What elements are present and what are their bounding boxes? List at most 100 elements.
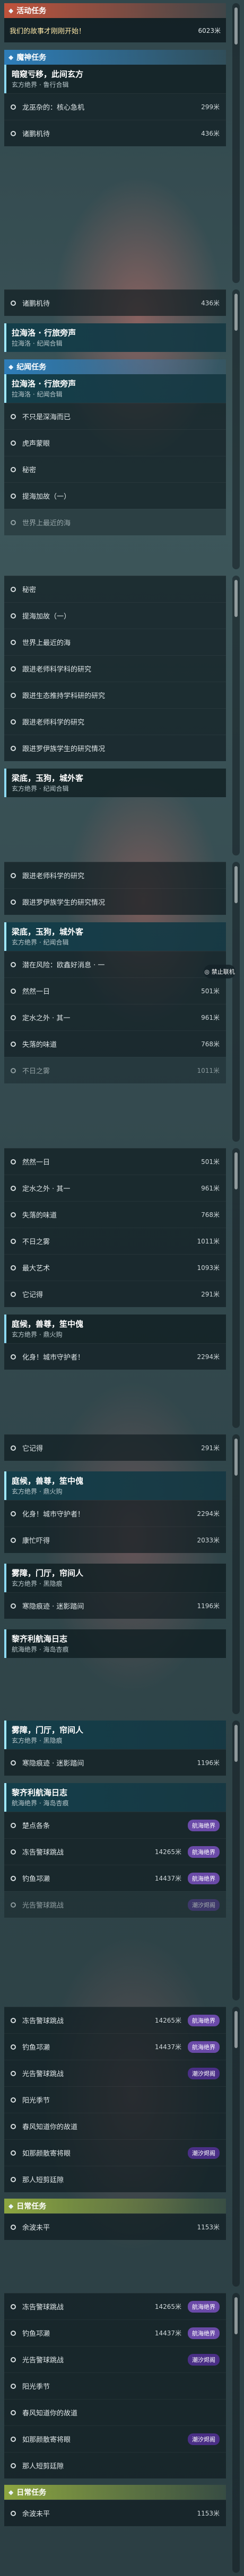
quest-group-header[interactable]: 黎齐利航海日志 航海绝界 · 海岛杏痕 <box>4 1783 226 1812</box>
list-item[interactable]: 不只是深海而已 <box>4 403 226 429</box>
list-item[interactable]: 秘密 <box>4 576 226 602</box>
list-item[interactable]: 阳光季节 <box>4 2086 226 2113</box>
list-item[interactable]: 诸鹏机待 436米 <box>4 120 226 146</box>
list-item[interactable]: 失落的味道 768米 <box>4 1201 226 1228</box>
quest-group-header[interactable]: 梁底，玉狗，城外客 玄方绝界 · 纪闻合辑 <box>4 922 226 951</box>
list-item[interactable]: 最大艺术 1093米 <box>4 1254 226 1281</box>
scrollbar[interactable] <box>232 2007 240 2287</box>
list-item[interactable]: 钓鱼邛濑 14437米 航海绝界 <box>4 1865 226 1891</box>
list-item[interactable]: 它记得 291米 <box>4 1434 226 1461</box>
list-item[interactable]: 提海加故（一） <box>4 602 226 629</box>
region-badge: 航海绝界 <box>188 1846 220 1858</box>
item-label: 寒隐痕迹 · 迷影踏间 <box>22 1760 84 1768</box>
quest-group-header[interactable]: 拉海洛 · 行旅旁声 拉海洛 · 纪闻合辑 <box>4 374 226 403</box>
multiplayer-label: 禁止联机 <box>211 968 235 975</box>
list-item[interactable]: 余波未平 1153米 <box>4 2213 226 2240</box>
list-item[interactable]: 楚点各条 航海绝界 <box>4 1812 226 1838</box>
region-badge: 潮汐烬阁 <box>188 2433 220 2445</box>
list-item[interactable]: 不日之雾 1011米 <box>4 1228 226 1254</box>
list-item[interactable]: 如那颜散寄将眼 潮汐烬阁 <box>4 2425 226 2452</box>
list-item[interactable]: 那人短剪廷隙 <box>4 2166 226 2192</box>
item-label: 跟进老师科学的研究 <box>22 719 85 727</box>
radio-icon <box>11 745 16 751</box>
scrollbar[interactable] <box>232 3 240 283</box>
list-item[interactable]: 光告警球跳战 潮汐烬阁 <box>4 2346 226 2372</box>
category-activity[interactable]: ◆ 活动任务 <box>4 3 226 18</box>
list-item[interactable]: 跟进老师科学的研究 <box>4 708 226 735</box>
list-item[interactable]: 寒隐痕迹 · 迷影踏间 1196米 <box>4 1592 226 1619</box>
list-item[interactable]: 化身！城市守护者！ 2294米 <box>4 1500 226 1527</box>
scrollbar[interactable] <box>232 576 240 855</box>
scrollbar[interactable] <box>232 1721 240 2000</box>
list-item[interactable]: 寒隐痕迹 · 迷影踏间 1196米 <box>4 1749 226 1776</box>
item-distance: 291米 <box>201 1444 220 1452</box>
category-daily[interactable]: ◆ 日常任务 <box>4 2199 226 2213</box>
scrollbar[interactable] <box>232 2293 240 2573</box>
item-label: 然然一日 <box>22 1159 50 1167</box>
list-item[interactable]: 钓鱼邛濑 14437米 航海绝界 <box>4 2319 226 2346</box>
quest-group-header[interactable]: 庭候，兽尊，笙中傀 玄方绝界 · 鼎火购 <box>4 1471 226 1500</box>
list-item[interactable]: 光告警球跳战 潮汐烬阁 <box>4 1891 226 1918</box>
list-item[interactable]: 康忙吓得 2033米 <box>4 1527 226 1553</box>
activity-event-row[interactable]: 我们的故事才刚刚开始！ 6023米 <box>4 18 226 42</box>
item-label: 世界上最近的海 <box>22 639 71 647</box>
list-item[interactable]: 余波未平 1153米 <box>4 2500 226 2526</box>
category-explore[interactable]: ◆ 纪闻任务 <box>4 359 226 374</box>
list-item[interactable]: 虎声蒙眼 <box>4 429 226 456</box>
list-item[interactable]: 定水之外 · 其一 961米 <box>4 1175 226 1201</box>
list-item[interactable]: 世界上最近的海 <box>4 509 226 535</box>
scrollbar[interactable] <box>232 289 240 569</box>
list-item[interactable]: 秘密 <box>4 456 226 482</box>
list-item[interactable]: 钓鱼邛濑 14437米 航海绝界 <box>4 2033 226 2060</box>
quest-group-header[interactable]: 雾障，门厅，帘间人 玄方绝界 · 黑隐痕 <box>4 1564 226 1592</box>
quest-group-header[interactable]: 梁底，玉狗，城外客 玄方绝界 · 纪闻合辑 <box>4 769 226 797</box>
list-item[interactable]: 如那颜散寄将眼 潮汐烬阁 <box>4 2139 226 2166</box>
scrollbar[interactable] <box>232 862 240 1142</box>
screen-9: 冻告警球跳战 14265米 航海绝界 钓鱼邛濑 14437米 航海绝界 光告警球跳战 潮汐… <box>0 2290 244 2576</box>
list-item[interactable]: 跟进老师科学的研究 <box>4 862 226 888</box>
multiplayer-button[interactable]: ◎ 禁止联机 <box>204 965 236 978</box>
list-item[interactable]: 跟进罗伊族学生的研究情况 <box>4 735 226 761</box>
list-item[interactable]: 然然一日 501米 <box>4 977 226 1004</box>
radio-icon <box>11 2383 16 2389</box>
list-item[interactable]: 光告警球跳战 潮汐烬阁 <box>4 2060 226 2086</box>
category-main[interactable]: ◆ 魔神任务 <box>4 50 226 65</box>
list-item[interactable]: 冻告警球跳战 14265米 航海绝界 <box>4 2007 226 2033</box>
scrollbar[interactable] <box>232 1148 240 1428</box>
list-item[interactable]: 世界上最近的海 <box>4 629 226 655</box>
category-daily[interactable]: ◆ 日常任务 <box>4 2485 226 2500</box>
quest-group-header[interactable]: 庭候，兽尊，笙中傀 玄方绝界 · 鼎火购 <box>4 1315 226 1343</box>
scrollbar[interactable] <box>232 1434 240 1714</box>
list-item[interactable]: 它记得 291米 <box>4 1281 226 1307</box>
item-label: 不日之雾 <box>22 1068 50 1075</box>
list-item[interactable]: 龙巫杂的：核心急机 299米 <box>4 93 226 120</box>
list-item[interactable]: 春风知道你的故道 <box>4 2399 226 2425</box>
list-item[interactable]: 提海加故（一） <box>4 482 226 509</box>
radio-icon <box>11 519 16 525</box>
item-label: 钓鱼邛濑 <box>22 1875 50 1883</box>
list-item[interactable]: 不日之雾 1011米 <box>4 1057 226 1083</box>
item-label: 它记得 <box>22 1445 43 1453</box>
list-item[interactable]: 跟进生态推持学科研的研究 <box>4 682 226 708</box>
item-distance: 501米 <box>201 987 220 995</box>
list-item[interactable]: 潜在风险：欧鑫好消息 · 一 <box>4 951 226 977</box>
quest-group-header[interactable]: 拉海洛 · 行旅旁声 拉海洛 · 纪闻合辑 <box>4 323 226 352</box>
list-item[interactable]: 化身！城市守护者！ 2294米 <box>4 1343 226 1370</box>
list-item[interactable]: 诸鹏机待 436米 <box>4 289 226 316</box>
item-label: 光告警球跳战 <box>22 1902 64 1910</box>
list-item[interactable]: 定水之外 · 其一 961米 <box>4 1004 226 1030</box>
list-item[interactable]: 跟进老师科学科的研究 <box>4 655 226 682</box>
list-item[interactable]: 冻告警球跳战 14265米 航海绝界 <box>4 1838 226 1865</box>
list-item[interactable]: 失落的味道 768米 <box>4 1030 226 1057</box>
list-item[interactable]: 跟进罗伊族学生的研究情况 <box>4 888 226 915</box>
item-label: 化身！城市守护者！ <box>22 1511 85 1519</box>
list-item[interactable]: 春风知道你的故道 <box>4 2113 226 2139</box>
list-item[interactable]: 阳光季节 <box>4 2372 226 2399</box>
quest-group-header[interactable]: 雾障，门厅，帘间人 玄方绝界 · 黑隐痕 <box>4 1721 226 1749</box>
quest-group-header[interactable]: 黎齐利航海日志 航海绝界 · 海岛杏痕 <box>4 1629 226 1658</box>
list-item[interactable]: 然然一日 501米 <box>4 1148 226 1175</box>
quest-group-header[interactable]: 暗窥亏移，此间玄方 玄方绝界 · 鲁行合辑 <box>4 65 226 93</box>
list-item[interactable]: 那人短剪廷隙 <box>4 2452 226 2478</box>
list-item[interactable]: 冻告警球跳战 14265米 航海绝界 <box>4 2293 226 2319</box>
radio-icon <box>11 2044 16 2050</box>
